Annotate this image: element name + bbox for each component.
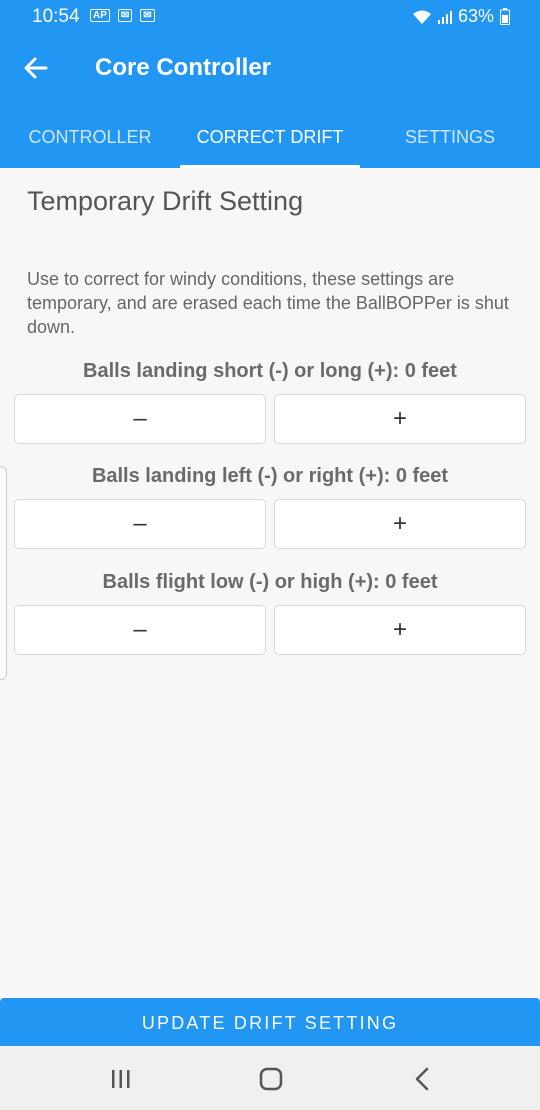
update-drift-setting-button[interactable]: UPDATE DRIFT SETTING bbox=[0, 998, 540, 1046]
drift-left-right-label: Balls landing left (-) or right (+): 0 f… bbox=[91, 465, 449, 487]
drift-short-long-label: Balls landing short (-) or long (+): 0 f… bbox=[83, 360, 457, 382]
back-arrow-icon[interactable] bbox=[22, 54, 50, 82]
status-time: 10:54 bbox=[32, 6, 80, 27]
tab-settings[interactable]: SETTINGS bbox=[360, 106, 540, 168]
short-long-plus-button[interactable]: + bbox=[274, 394, 526, 444]
battery-icon bbox=[500, 8, 510, 25]
section-heading: Temporary Drift Setting bbox=[27, 186, 304, 216]
left-right-minus-button[interactable]: – bbox=[14, 499, 266, 549]
left-right-plus-button[interactable]: + bbox=[274, 499, 526, 549]
low-high-minus-button[interactable]: – bbox=[14, 605, 266, 655]
page-title: Core Controller bbox=[95, 54, 272, 81]
notification-icons: AP ✉ ✉ bbox=[90, 9, 155, 22]
system-nav-bar bbox=[0, 1046, 540, 1110]
tab-controller[interactable]: CONTROLLER bbox=[0, 106, 180, 168]
section-description: Use to correct for windy conditions, the… bbox=[27, 269, 509, 337]
drift-low-high-label: Balls flight low (-) or high (+): 0 feet bbox=[102, 571, 438, 593]
mail-icon: ✉ bbox=[117, 9, 133, 22]
status-bar: 10:54 AP ✉ ✉ 63% bbox=[0, 0, 540, 32]
battery-percent: 63% bbox=[457, 6, 494, 26]
tab-correct-drift[interactable]: CORRECT DRIFT bbox=[180, 106, 360, 168]
app-bar: Core Controller bbox=[0, 32, 540, 106]
recent-apps-icon[interactable] bbox=[107, 1066, 135, 1092]
mail-icon: ✉ bbox=[140, 9, 155, 22]
short-long-minus-button[interactable]: – bbox=[14, 394, 266, 444]
back-nav-icon[interactable] bbox=[409, 1066, 437, 1092]
signal-icon bbox=[437, 10, 452, 24]
low-high-plus-button[interactable]: + bbox=[274, 605, 526, 655]
notification-icon: AP bbox=[90, 9, 110, 22]
wifi-icon bbox=[412, 10, 431, 24]
tab-bar: CONTROLLER CORRECT DRIFT SETTINGS bbox=[0, 106, 540, 168]
home-icon[interactable] bbox=[257, 1066, 285, 1092]
